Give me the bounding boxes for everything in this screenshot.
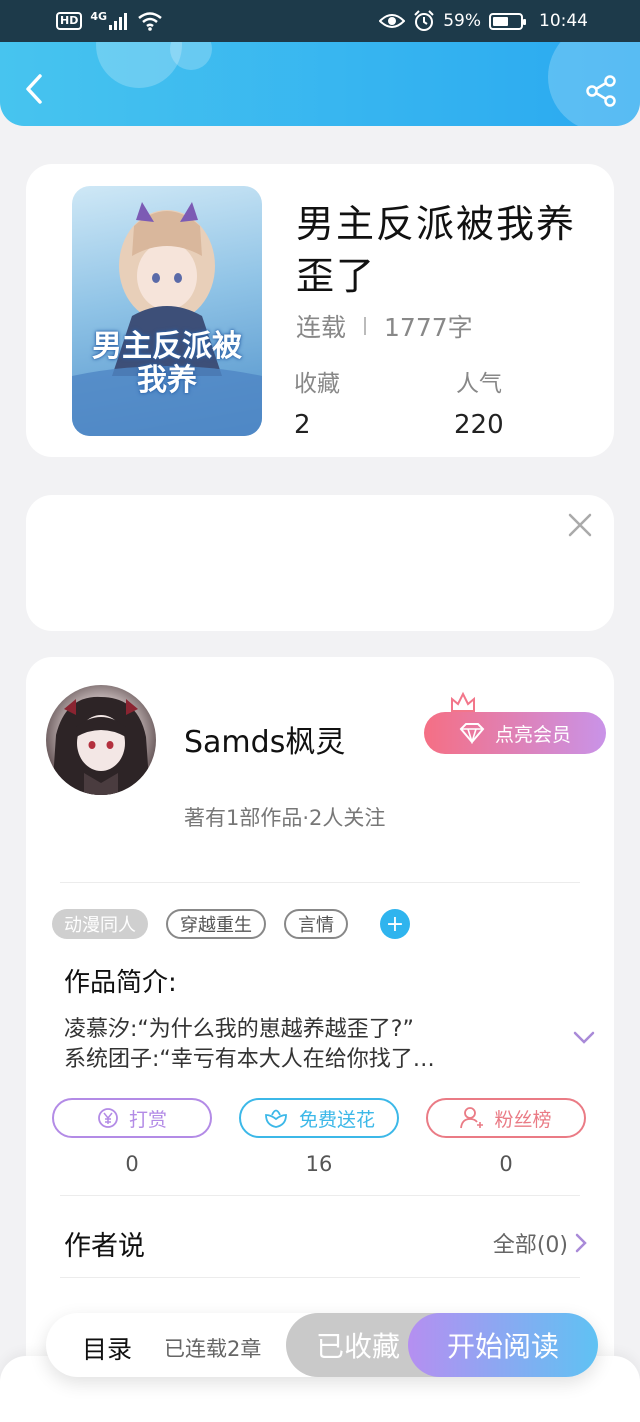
back-button[interactable] xyxy=(18,72,52,106)
meta-separator xyxy=(364,317,367,335)
clock: 10:44 xyxy=(539,11,588,31)
share-button[interactable] xyxy=(584,74,618,108)
yuan-coin-icon xyxy=(98,1108,118,1128)
fan-count: 0 xyxy=(499,1152,513,1176)
stat-value-favorites: 2 xyxy=(294,410,311,440)
author-name[interactable]: Samds枫灵 xyxy=(184,717,345,761)
tag-item[interactable]: 言情 xyxy=(284,909,348,939)
tag-item[interactable]: 动漫同人 xyxy=(52,909,148,939)
intro-title: 作品简介: xyxy=(64,968,177,998)
author-card: Samds枫灵 点亮会员 著有1部作品·2人关注 动漫同人 穿越重生 言情 + … xyxy=(26,657,614,1422)
flower-count: 16 xyxy=(305,1152,333,1176)
tag-list: 动漫同人 穿越重生 言情 + xyxy=(52,909,410,939)
battery-icon xyxy=(489,12,526,30)
add-tag-button[interactable]: + xyxy=(380,909,410,939)
author-says-title: 作者说 xyxy=(64,1231,145,1262)
battery-percent: 59% xyxy=(443,11,481,31)
reward-label: 打赏 xyxy=(128,1108,167,1131)
divider xyxy=(60,1195,580,1196)
cover-title: 男主反派被我养 xyxy=(92,329,242,398)
ad-card xyxy=(26,495,614,631)
book-status: 连载 xyxy=(296,313,347,342)
author-summary: 著有1部作品·2人关注 xyxy=(184,806,386,830)
author-says-all-link[interactable]: 全部(0) xyxy=(493,1227,588,1259)
avatar[interactable] xyxy=(46,685,156,795)
reward-button[interactable]: 打赏 xyxy=(52,1098,212,1138)
divider xyxy=(60,882,580,883)
reward-count: 0 xyxy=(125,1152,139,1176)
battery-fill xyxy=(493,16,508,26)
intro-line: 系统团子:“幸亏有本大人在给你找了… xyxy=(64,1047,435,1072)
stat-value-popularity: 220 xyxy=(454,410,504,440)
status-bar: HD 4G 59% 10:44 xyxy=(0,0,640,42)
user-icon xyxy=(460,1107,484,1129)
hd-indicator: HD xyxy=(56,12,83,30)
wifi-icon xyxy=(138,12,162,31)
avatar-illustration xyxy=(52,696,150,795)
crown-icon xyxy=(451,691,475,712)
all-link-label: 全部(0) xyxy=(492,1233,568,1258)
close-icon[interactable] xyxy=(566,511,594,539)
signal-icon xyxy=(109,13,128,30)
chevron-down-icon[interactable] xyxy=(572,1025,596,1049)
eye-icon xyxy=(379,14,406,28)
header-bar xyxy=(0,42,640,126)
vip-button-label: 点亮会员 xyxy=(494,723,571,746)
book-title: 男主反派被我养歪了 xyxy=(296,202,577,298)
chevron-right-icon xyxy=(575,1233,587,1253)
send-flower-button[interactable]: 免费送花 xyxy=(239,1098,399,1138)
fan-ranking-label: 粉丝榜 xyxy=(494,1108,552,1131)
intro-text[interactable]: 凌慕汐:“为什么我的崽越养越歪了?” 系统团子:“幸亏有本大人在给你找了… xyxy=(64,1015,534,1075)
network-type: 4G xyxy=(90,9,108,23)
cover-illustration xyxy=(72,202,262,436)
vip-button[interactable]: 点亮会员 xyxy=(424,712,606,754)
book-meta: 连载 1777字 xyxy=(296,308,473,344)
stat-label-popularity: 人气 xyxy=(456,371,502,397)
send-flower-label: 免费送花 xyxy=(298,1108,375,1131)
toc-button[interactable]: 目录 xyxy=(82,1330,132,1366)
diamond-icon xyxy=(459,723,485,744)
divider xyxy=(60,1277,580,1278)
book-info-card: 男主反派被我养 男主反派被我养歪了 连载 1777字 收藏 2 人气 220 xyxy=(26,164,614,457)
start-reading-button[interactable]: 开始阅读 xyxy=(408,1313,598,1377)
book-cover[interactable]: 男主反派被我养 xyxy=(72,186,262,436)
flower-icon xyxy=(265,1109,287,1128)
serial-status: 已连载2章 xyxy=(164,1337,262,1361)
tag-item[interactable]: 穿越重生 xyxy=(166,909,266,939)
fan-ranking-button[interactable]: 粉丝榜 xyxy=(426,1098,586,1138)
alarm-icon xyxy=(414,10,434,31)
intro-line: 凌慕汐:“为什么我的崽越养越歪了?” xyxy=(64,1017,414,1042)
stat-label-favorites: 收藏 xyxy=(294,371,340,397)
word-count: 1777字 xyxy=(384,313,473,342)
